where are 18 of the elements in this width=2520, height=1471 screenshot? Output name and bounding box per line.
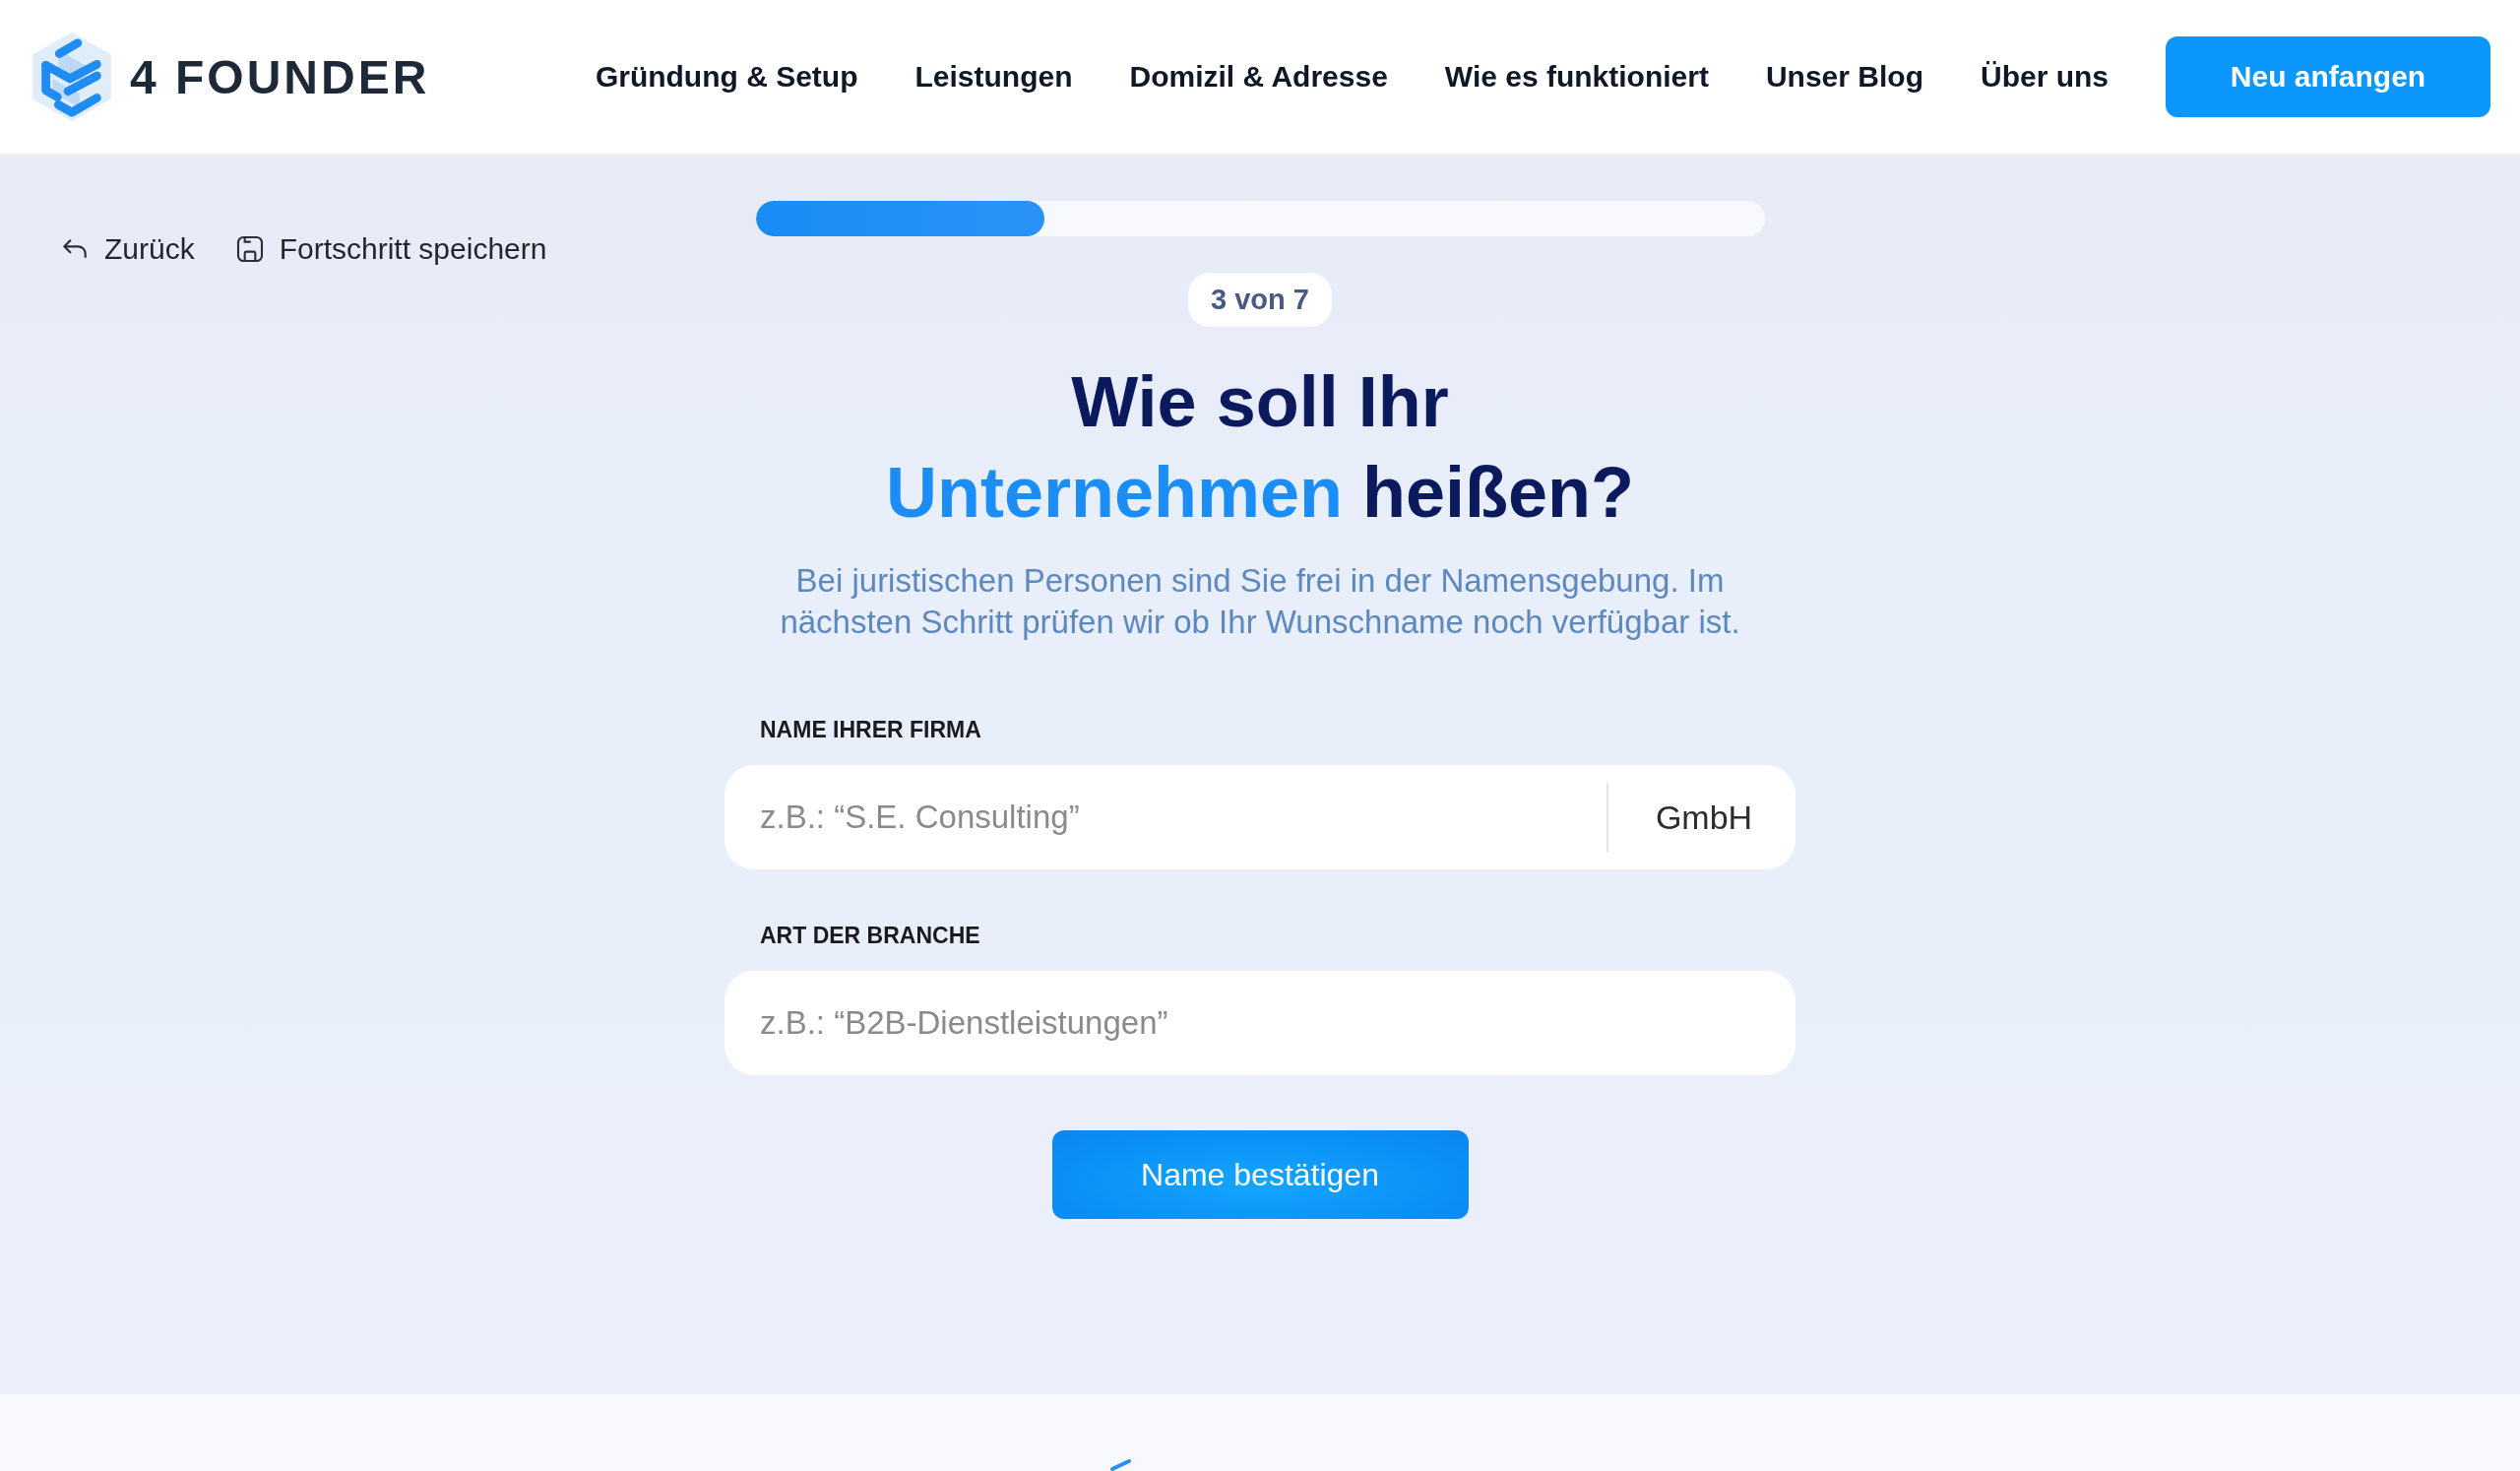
nav-link[interactable]: Gründung & Setup (595, 60, 858, 94)
nav-link[interactable]: Leistungen (914, 60, 1073, 94)
nav-link[interactable]: Unser Blog (1765, 60, 1923, 94)
heading: Wie soll Ihr Unternehmen heißen? (885, 361, 1635, 534)
field-label: ART DER BRANCHE (759, 922, 981, 949)
back-button[interactable]: Zurück (59, 232, 195, 266)
logo-link[interactable]: 4 FOUNDER (30, 31, 430, 123)
step-counter: 3 von 7 (1188, 273, 1332, 327)
nav-link[interactable]: Über uns (1980, 60, 2109, 94)
field-label: NAME IHRER FIRMA (759, 716, 982, 743)
nav-link[interactable]: Wie es funktioniert (1444, 60, 1709, 94)
nav-link[interactable]: Domizil & Adresse (1129, 60, 1388, 94)
save-progress-button[interactable]: Fortschritt speichern (233, 232, 547, 266)
industry-field[interactable]: z.B.: “B2B-Dienstleistungen” (724, 971, 1796, 1075)
logo-icon (30, 31, 114, 123)
legal-form-suffix: GmbH (1606, 765, 1796, 869)
subtitle: Bei juristischen Personen sind Sie frei in der Namensgebung. Im nächsten Schritt prüfen wir ob Ihr Wunschname noch verfügbar ist. (779, 561, 1741, 642)
company-name-field[interactable]: z.B.: “S.E. Consulting” (724, 765, 1606, 869)
